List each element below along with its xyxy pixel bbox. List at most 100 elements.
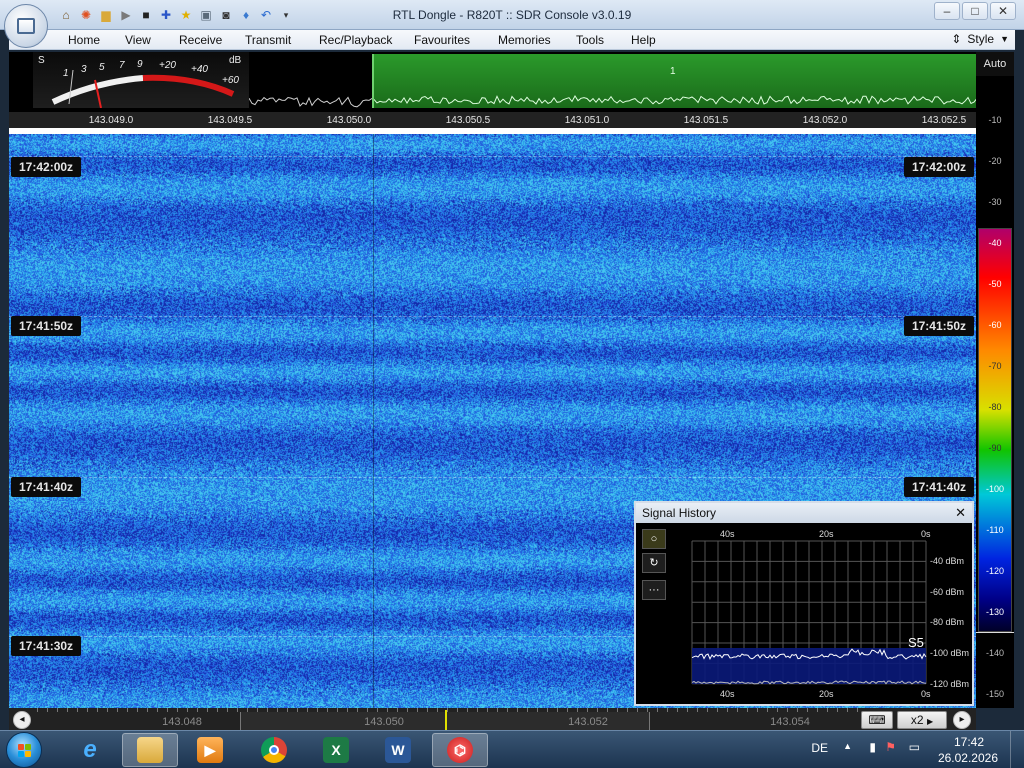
scale-tick: -130	[985, 607, 1004, 617]
chrome-center-icon	[269, 745, 279, 755]
s-scale-label: 7	[119, 60, 125, 71]
freq-tick-label: 143.052.0	[802, 115, 848, 126]
menu-rec-playback[interactable]: Rec/Playback	[319, 33, 392, 47]
taskbar-chrome[interactable]	[246, 733, 302, 767]
signal-history-header: Signal History ✕	[636, 503, 972, 523]
menu-home[interactable]: Home	[68, 33, 100, 47]
scroll-left-icon[interactable]: ◂	[13, 711, 31, 729]
scale-tick: -20	[988, 156, 1002, 166]
freq-tick-label: 143.052.5	[921, 115, 967, 126]
top-time-label: 20s	[819, 529, 834, 539]
window-title: RTL Dongle - R820T :: SDR Console v3.0.1…	[392, 8, 632, 22]
menu-view[interactable]: View	[125, 33, 151, 47]
close-icon[interactable]: ✕	[955, 505, 966, 521]
minimize-button[interactable]: –	[934, 2, 960, 20]
time-label-left: 17:41:30z	[11, 636, 82, 656]
folder-icon	[137, 737, 163, 763]
top-time-label: 0s	[921, 529, 931, 539]
keyboard-button[interactable]: ⌨	[861, 711, 893, 729]
zoom-label: x2	[910, 713, 924, 727]
auto-button[interactable]: Auto	[976, 52, 1014, 76]
scale-tick: -80	[988, 402, 1002, 412]
signal-history-title: Signal History	[642, 506, 717, 520]
show-hidden-icon[interactable]: ▲	[843, 741, 852, 751]
scale-tick: -90	[988, 443, 1002, 453]
tuning-line	[373, 134, 374, 708]
freq-tick-label: 143.049.0	[88, 115, 134, 126]
freq-tick-label: 143.050.0	[326, 115, 372, 126]
spectrum-display[interactable]: S dB 1 3 5 7 9 +20 +40 +60 1	[9, 52, 976, 112]
network-icon[interactable]: ▭	[909, 740, 920, 754]
taskbar-media-player[interactable]: ▶	[182, 733, 238, 767]
filter-passband[interactable]: 1	[372, 54, 976, 108]
bottom-time-label: 0s	[921, 689, 931, 699]
scale-tick: -110	[986, 525, 1004, 535]
taskbar-sdr-console[interactable]: ⌬	[432, 733, 488, 767]
s-label: S	[38, 55, 45, 66]
style-control: ⇕ Style ▼	[951, 32, 1009, 46]
scale-tick: -50	[988, 279, 1002, 289]
time-label-right: 17:41:50z	[903, 316, 974, 336]
media-player-icon: ▶	[197, 737, 223, 763]
time-label-left: 17:41:40z	[11, 477, 82, 497]
scale-tick: -40	[988, 238, 1002, 248]
bottom-time-label: 40s	[720, 689, 735, 699]
dbm-label: -60 dBm	[930, 587, 965, 597]
scale-tick: -30	[988, 197, 1002, 207]
menu-help[interactable]: Help	[631, 33, 656, 47]
keyboard-icon: ⌨	[868, 713, 886, 727]
excel-icon: X	[323, 737, 349, 763]
db-scale-label: +60	[222, 75, 239, 86]
windows-logo-icon	[25, 744, 31, 750]
close-button[interactable]: ✕	[990, 2, 1016, 20]
frequency-axis: 143.049.0 143.049.5 143.050.0 143.050.5 …	[9, 112, 976, 128]
menu-transmit[interactable]: Transmit	[245, 33, 291, 47]
taskbar-file-explorer[interactable]	[122, 733, 178, 767]
signal-history-panel: Signal History ✕ ○ ↻ ··· 40s 20s 0s 40s …	[634, 501, 974, 706]
time-label-right: 17:42:00z	[903, 157, 974, 177]
taskbar-word[interactable]: W	[370, 733, 426, 767]
scale-tick: -100	[985, 484, 1004, 494]
time-label-left: 17:41:50z	[11, 316, 82, 336]
zoom-button[interactable]: x2 ▶	[897, 711, 947, 729]
chevron-down-icon[interactable]: ▼	[1000, 34, 1009, 44]
show-desktop-button[interactable]	[1010, 731, 1024, 768]
s-reading: S5	[908, 635, 924, 650]
flag-icon[interactable]: ⚑	[885, 740, 896, 754]
scale-tick: -140	[985, 648, 1004, 658]
clock-time[interactable]: 17:42	[954, 735, 984, 749]
device-icon[interactable]: ▮	[869, 740, 876, 754]
band-bar[interactable]: ◂ 143.048 143.050 143.052 143.054 ⌨ x2 ▶…	[9, 708, 976, 730]
menu-receive[interactable]: Receive	[179, 33, 222, 47]
s-scale-label: 3	[81, 64, 87, 75]
freq-tick-label: 143.051.5	[683, 115, 729, 126]
time-label-right: 17:41:40z	[903, 477, 974, 497]
time-gridline	[9, 316, 976, 317]
menu-memories[interactable]: Memories	[498, 33, 551, 47]
s-scale-label: 9	[137, 59, 143, 70]
windows-logo-icon	[18, 744, 24, 750]
menu-favourites[interactable]: Favourites	[414, 33, 470, 47]
scale-tick: -60	[988, 320, 1002, 330]
menu-tools[interactable]: Tools	[576, 33, 604, 47]
db-label: dB	[229, 55, 242, 66]
s-meter: S dB 1 3 5 7 9 +20 +40 +60	[33, 52, 249, 108]
taskbar-internet-explorer[interactable]: e	[62, 733, 118, 767]
time-label-left: 17:42:00z	[11, 157, 82, 177]
taskbar-excel[interactable]: X	[308, 733, 364, 767]
chrome-icon	[261, 737, 287, 763]
maximize-button[interactable]: □	[962, 2, 988, 20]
signal-history-chart	[691, 540, 927, 685]
band-label: 143.052	[568, 716, 608, 728]
band-label: 143.054	[770, 716, 810, 728]
band-label: 143.050	[364, 716, 404, 728]
language-indicator[interactable]: DE	[811, 741, 828, 755]
app-menu-button[interactable]	[4, 4, 48, 48]
sdr-console-icon: ⌬	[447, 737, 473, 763]
style-menu[interactable]: Style	[967, 32, 994, 46]
scroll-right-icon[interactable]: ▸	[953, 711, 971, 729]
start-button[interactable]	[6, 732, 42, 768]
clock-date[interactable]: 26.02.2026	[938, 751, 998, 765]
updown-icon[interactable]: ⇕	[951, 32, 961, 46]
windows-logo-icon	[25, 751, 31, 757]
